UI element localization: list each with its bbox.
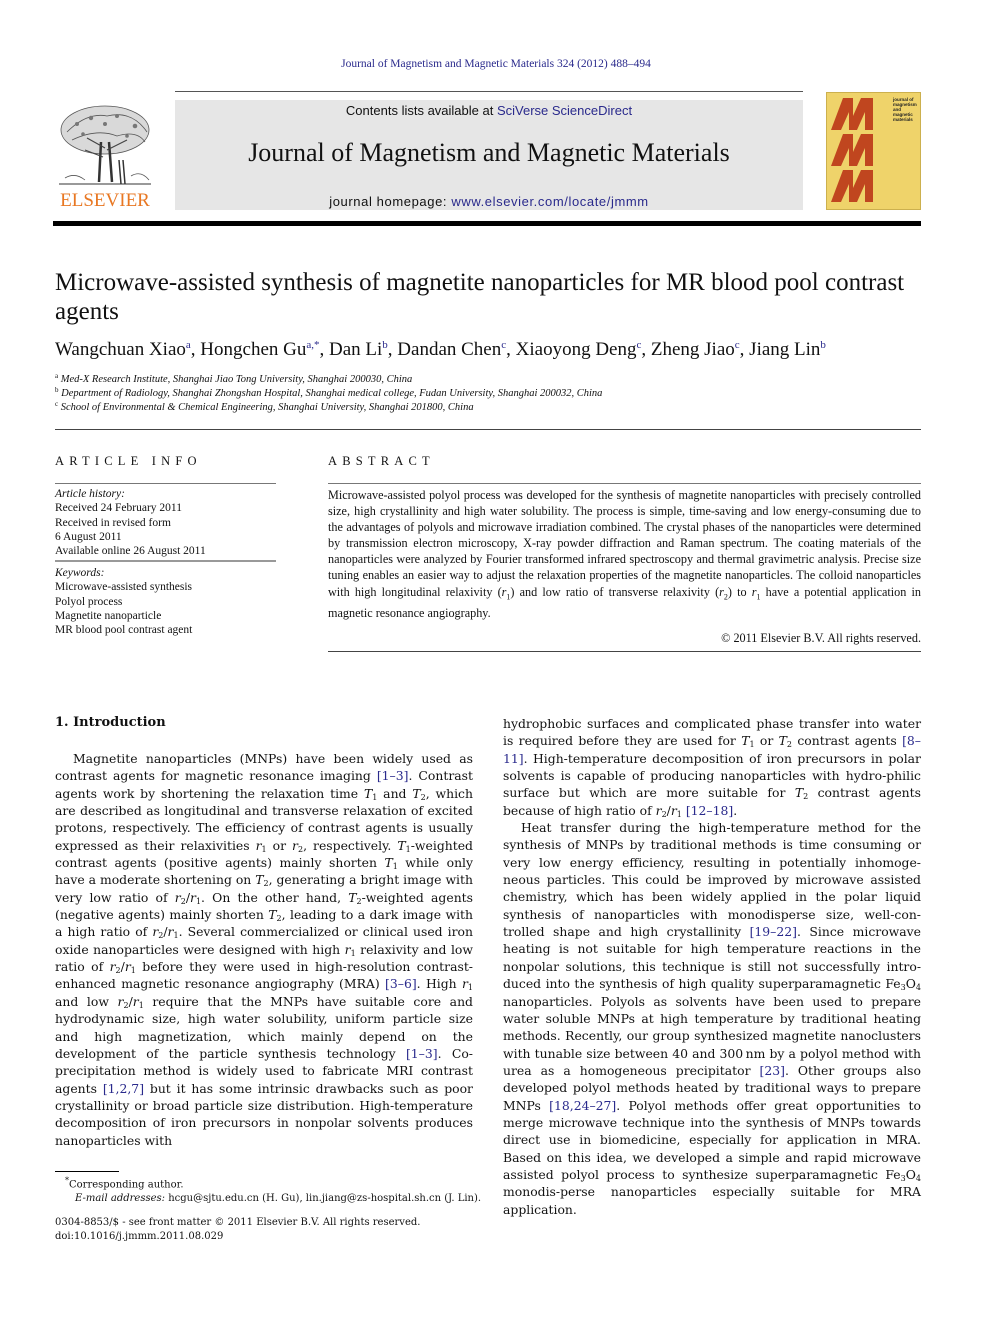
abstract-text: Microwave-assisted polyol process was de… — [328, 488, 922, 621]
journal-title: Journal of Magnetism and Magnetic Materi… — [248, 138, 730, 167]
author[interactable]: Hongchen Gua,* — [200, 339, 319, 360]
affiliations-divider — [55, 429, 921, 430]
keyword: Magnetite nanoparticle — [55, 609, 162, 622]
homepage-line: journal homepage: www.elsevier.com/locat… — [175, 194, 803, 209]
header-thick-rule — [53, 221, 921, 226]
mmm-logo-icon — [831, 98, 873, 202]
author-list: Wangchuan Xiaoa, Hongchen Gua,*, Dan Lib… — [55, 339, 826, 360]
body-column-left: Magnetite nanoparticles (MNPs) have been… — [55, 750, 473, 1149]
running-head[interactable]: Journal of Magnetism and Magnetic Materi… — [0, 58, 992, 70]
corresponding-author-note: *Corresponding author. — [65, 1176, 184, 1191]
keyword: Polyol process — [55, 595, 123, 608]
history-item: Available online 26 August 2011 — [55, 545, 206, 558]
history-item: Received in revised form — [55, 516, 171, 529]
affiliation: b Department of Radiology, Shanghai Zhon… — [55, 386, 603, 400]
author[interactable]: Xiaoyong Dengc — [516, 339, 642, 360]
history-item: Received 24 February 2011 — [55, 502, 182, 515]
abstract-divider — [328, 483, 921, 484]
author[interactable]: Zheng Jiaoc — [651, 339, 740, 360]
cover-journal-name: journal of magnetism and magnetic materi… — [893, 97, 917, 122]
email-links[interactable]: hcgu@sjtu.edu.cn (H. Gu), lin.jiang@zs-h… — [168, 1193, 481, 1204]
affiliations: a Med-X Research Institute, Shanghai Jia… — [55, 373, 935, 415]
paragraph: Heat transfer during the high-temperatur… — [503, 820, 922, 1217]
citation-link[interactable]: [8–11] — [503, 733, 921, 765]
header-divider — [175, 91, 803, 92]
keywords: Keywords: Microwave-assisted synthesis P… — [55, 566, 280, 637]
abstract-heading: ABSTRACT — [328, 454, 435, 468]
paragraph: Magnetite nanoparticles (MNPs) have been… — [55, 751, 474, 1148]
citation-link[interactable]: [3–6] — [385, 976, 417, 991]
author[interactable]: Dan Lib — [329, 339, 388, 360]
front-matter: 0304-8853/$ - see front matter © 2011 El… — [55, 1216, 485, 1244]
citation-link[interactable]: [12–18] — [686, 803, 733, 818]
sciencedirect-link[interactable]: SciVerse ScienceDirect — [497, 103, 632, 118]
abstract-copyright: © 2011 Elsevier B.V. All rights reserved… — [721, 631, 921, 645]
history-divider — [55, 560, 276, 562]
footnote-rule — [55, 1171, 119, 1172]
paragraph: hydrophobic surfaces and complicated pha… — [503, 716, 921, 819]
elsevier-tree-icon — [59, 105, 151, 185]
article-info-divider — [55, 483, 276, 484]
issn-copyright: 0304-8853/$ - see front matter © 2011 El… — [55, 1217, 421, 1228]
affiliation: c School of Environmental & Chemical Eng… — [55, 400, 474, 414]
citation-link[interactable]: [1–3] — [377, 768, 409, 783]
footnotes: *Corresponding author. E-mail addresses:… — [55, 1174, 485, 1206]
citation-link[interactable]: [18,24–27] — [549, 1098, 616, 1113]
keyword: MR blood pool contrast agent — [55, 624, 193, 637]
contents-line: Contents lists available at SciVerse Sci… — [175, 103, 803, 118]
author[interactable]: Wangchuan Xiaoa — [55, 339, 191, 360]
homepage-prefix: journal homepage: — [329, 194, 452, 209]
elsevier-logo[interactable]: ELSEVIER — [53, 100, 157, 212]
author[interactable]: Dandan Chenc — [397, 339, 506, 360]
keyword: Microwave-assisted synthesis — [55, 581, 193, 594]
citation-link[interactable]: [19–22] — [750, 924, 797, 939]
section-heading-introduction: 1. Introduction — [55, 715, 166, 730]
email-addresses: E-mail addresses: hcgu@sjtu.edu.cn (H. G… — [75, 1193, 482, 1205]
contents-prefix: Contents lists available at — [345, 103, 497, 118]
citation-link[interactable]: [1,2,7] — [103, 1081, 144, 1096]
journal-banner: Contents lists available at SciVerse Sci… — [175, 100, 803, 210]
journal-cover-image[interactable]: journal of magnetism and magnetic materi… — [826, 92, 921, 210]
journal-homepage-link[interactable]: www.elsevier.com/locate/jmmm — [451, 194, 648, 209]
article-info-heading: ARTICLE INFO — [55, 454, 202, 468]
author[interactable]: Jiang Linb — [749, 339, 826, 360]
abstract-bottom-divider — [328, 651, 921, 652]
article-title: Microwave-assisted synthesis of magnetit… — [55, 269, 905, 325]
citation-link[interactable]: [23] — [760, 1063, 785, 1078]
body-column-right: hydrophobic surfaces and complicated pha… — [503, 715, 921, 1218]
history-item: 6 August 2011 — [55, 530, 122, 543]
article-history: Article history: Received 24 February 20… — [55, 487, 280, 558]
affiliation: a Med-X Research Institute, Shanghai Jia… — [55, 372, 413, 386]
elsevier-wordmark: ELSEVIER — [60, 190, 150, 211]
doi[interactable]: doi:10.1016/j.jmmm.2011.08.029 — [55, 1230, 485, 1244]
citation-link[interactable]: [1–3] — [406, 1046, 438, 1061]
